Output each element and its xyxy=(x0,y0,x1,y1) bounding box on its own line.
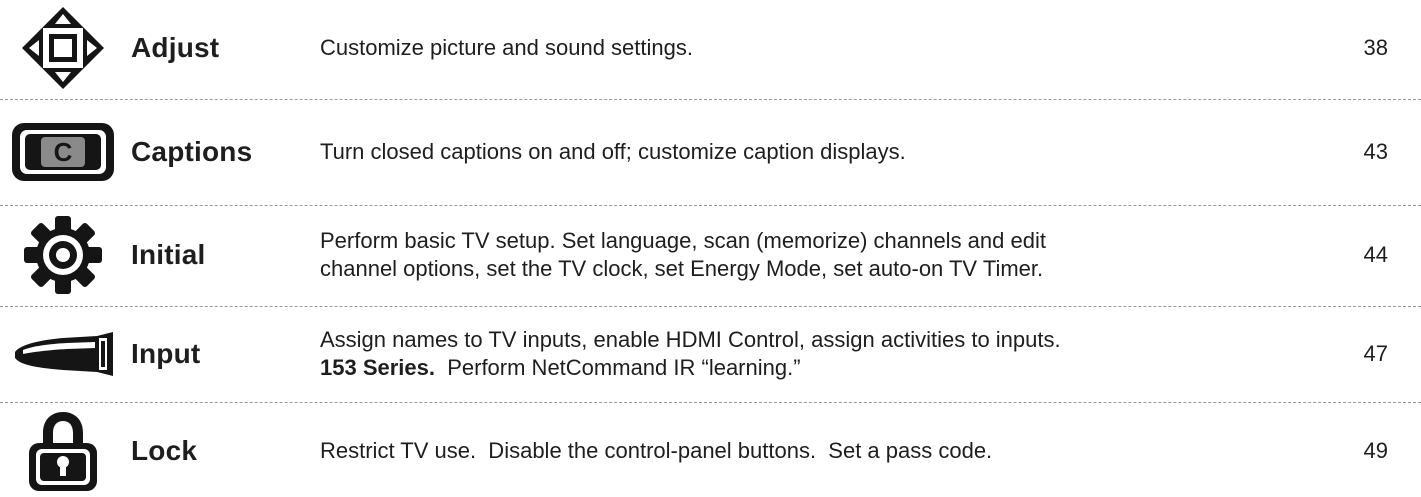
menu-desc-initial-line1: Perform basic TV setup. Set language, sc… xyxy=(320,228,1046,253)
menu-desc-initial-line2: channel options, set the TV clock, set E… xyxy=(320,256,1044,281)
row-divider xyxy=(0,402,1421,403)
menu-page-initial: 44 xyxy=(1363,242,1388,267)
menu-page-captions: 43 xyxy=(1363,139,1388,164)
menu-desc-input-line2: Perform NetCommand IR “learning.” xyxy=(434,355,801,380)
adjust-arrows-icon xyxy=(10,0,116,96)
menu-name-captions: Captions xyxy=(131,136,253,167)
menu-row-captions: C Captions Turn closed captions on and o… xyxy=(0,101,1421,203)
menu-row-adjust: Adjust Customize picture and sound setti… xyxy=(0,0,1421,96)
menu-row-input: Input Assign names to TV inputs, enable … xyxy=(0,308,1421,400)
initial-gear-icon xyxy=(10,207,116,303)
svg-text:C: C xyxy=(54,137,73,167)
row-divider xyxy=(0,306,1421,307)
menu-row-lock: Lock Restrict TV use. Disable the contro… xyxy=(0,404,1421,497)
menu-desc-captions: Turn closed captions on and off; customi… xyxy=(320,139,906,164)
menu-desc-adjust: Customize picture and sound settings. xyxy=(320,35,693,60)
menu-page-adjust: 38 xyxy=(1363,35,1388,60)
menu-name-lock: Lock xyxy=(131,434,198,466)
row-divider xyxy=(0,205,1421,206)
menu-page-input: 47 xyxy=(1363,341,1388,366)
menu-table: Adjust Customize picture and sound setti… xyxy=(0,0,1421,497)
menu-desc-input: Assign names to TV inputs, enable HDMI C… xyxy=(320,308,1310,400)
menu-row-initial: Initial Perform basic TV setup. Set lang… xyxy=(0,207,1421,303)
menu-page-lock: 49 xyxy=(1363,437,1388,463)
menu-name-adjust: Adjust xyxy=(131,32,220,63)
lock-padlock-icon xyxy=(10,404,116,497)
menu-desc-initial: Perform basic TV setup. Set language, sc… xyxy=(320,207,1310,303)
menu-name-initial: Initial xyxy=(131,239,206,270)
menu-desc-lock: Restrict TV use. Disable the control-pan… xyxy=(320,437,993,463)
menu-name-input: Input xyxy=(131,338,201,369)
captions-c-icon: C xyxy=(10,101,116,203)
row-divider xyxy=(0,99,1421,100)
input-connector-icon xyxy=(10,308,116,400)
menu-desc-input-line1: Assign names to TV inputs, enable HDMI C… xyxy=(320,327,1061,352)
menu-desc-input-series: 153 Series. xyxy=(320,355,435,380)
